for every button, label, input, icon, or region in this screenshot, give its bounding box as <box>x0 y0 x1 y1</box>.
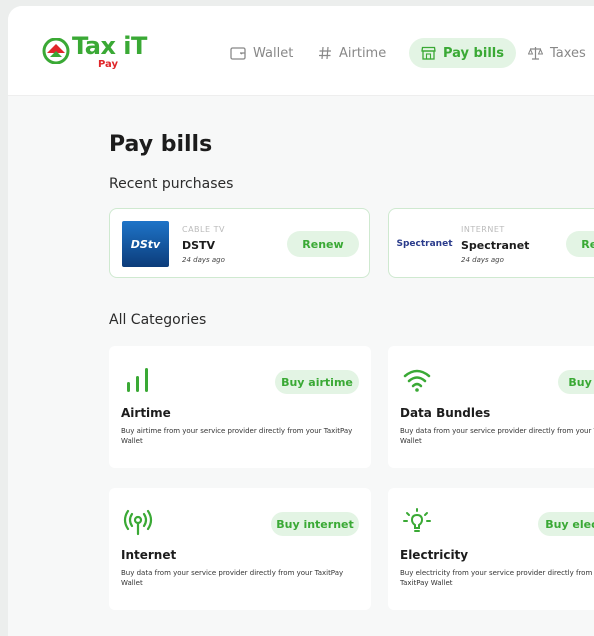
logo-emblem-icon <box>42 38 70 64</box>
category-description: Buy airtime from your service provider d… <box>121 427 353 445</box>
spectranet-logo: Spectranet <box>397 221 453 267</box>
nav-airtime[interactable]: Airtime <box>318 38 386 68</box>
recent-time: 24 days ago <box>182 256 225 264</box>
all-categories-heading: All Categories <box>109 312 207 328</box>
recent-name: DSTV <box>182 239 216 252</box>
category-card-internet[interactable]: Buy internet Internet Buy data from your… <box>109 488 371 610</box>
category-title: Internet <box>121 548 177 562</box>
dstv-logo: DStv <box>122 221 169 267</box>
nav-wallet[interactable]: Wallet <box>230 38 293 68</box>
category-card-data-bundles[interactable]: Buy data Data Bundles Buy data from your… <box>388 346 594 468</box>
buy-data-button[interactable]: Buy data <box>558 370 594 394</box>
app-frame: Tax iT Pay Wallet Airtime Pay bills Taxe… <box>8 6 594 636</box>
nav-taxes[interactable]: Taxes <box>528 38 586 68</box>
buy-electricity-button[interactable]: Buy electricity <box>538 512 594 536</box>
top-navigation: Tax iT Pay Wallet Airtime Pay bills Taxe… <box>8 6 594 96</box>
hash-icon <box>319 46 331 60</box>
nav-pay-bills-label: Pay bills <box>443 45 504 61</box>
wallet-icon <box>230 47 246 60</box>
signal-bars-icon <box>127 368 148 392</box>
recent-purchases-heading: Recent purchases <box>109 176 234 192</box>
recent-card-spectranet[interactable]: Spectranet INTERNET Spectranet 24 days a… <box>388 208 594 278</box>
nav-wallet-label: Wallet <box>253 45 294 61</box>
logo-wordmark: Tax iT <box>72 32 147 60</box>
recent-category: CABLE TV <box>182 225 225 234</box>
wifi-icon <box>403 369 431 392</box>
recent-category: INTERNET <box>461 225 505 234</box>
recent-time: 24 days ago <box>461 256 504 264</box>
renew-button[interactable]: Renew <box>287 231 359 257</box>
broadcast-icon <box>123 509 153 536</box>
category-description: Buy data from your service provider dire… <box>121 569 344 587</box>
buy-internet-button[interactable]: Buy internet <box>271 512 359 536</box>
storefront-icon <box>421 46 436 60</box>
recent-name: Spectranet <box>461 239 530 252</box>
taxit-pay-logo[interactable]: Tax iT Pay <box>42 32 152 74</box>
category-description: Buy electricity from your service provid… <box>400 569 594 587</box>
nav-pay-bills[interactable]: Pay bills <box>409 38 516 68</box>
recent-card-dstv[interactable]: DStv CABLE TV DSTV 24 days ago Renew <box>109 208 370 278</box>
category-description: Buy data from your service provider dire… <box>400 427 594 445</box>
buy-airtime-button[interactable]: Buy airtime <box>275 370 359 394</box>
scales-icon <box>528 47 543 60</box>
renew-button[interactable]: Renew <box>566 231 594 257</box>
logo-pay-text: Pay <box>98 59 119 70</box>
category-title: Electricity <box>400 548 469 562</box>
category-title: Data Bundles <box>400 406 491 420</box>
category-card-airtime[interactable]: Buy airtime Airtime Buy airtime from you… <box>109 346 371 468</box>
page-title: Pay bills <box>109 132 213 157</box>
nav-taxes-label: Taxes <box>550 45 586 61</box>
lightbulb-icon <box>403 508 431 532</box>
category-card-electricity[interactable]: Buy electricity Electricity Buy electric… <box>388 488 594 610</box>
category-title: Airtime <box>121 406 171 420</box>
nav-airtime-label: Airtime <box>339 45 387 61</box>
